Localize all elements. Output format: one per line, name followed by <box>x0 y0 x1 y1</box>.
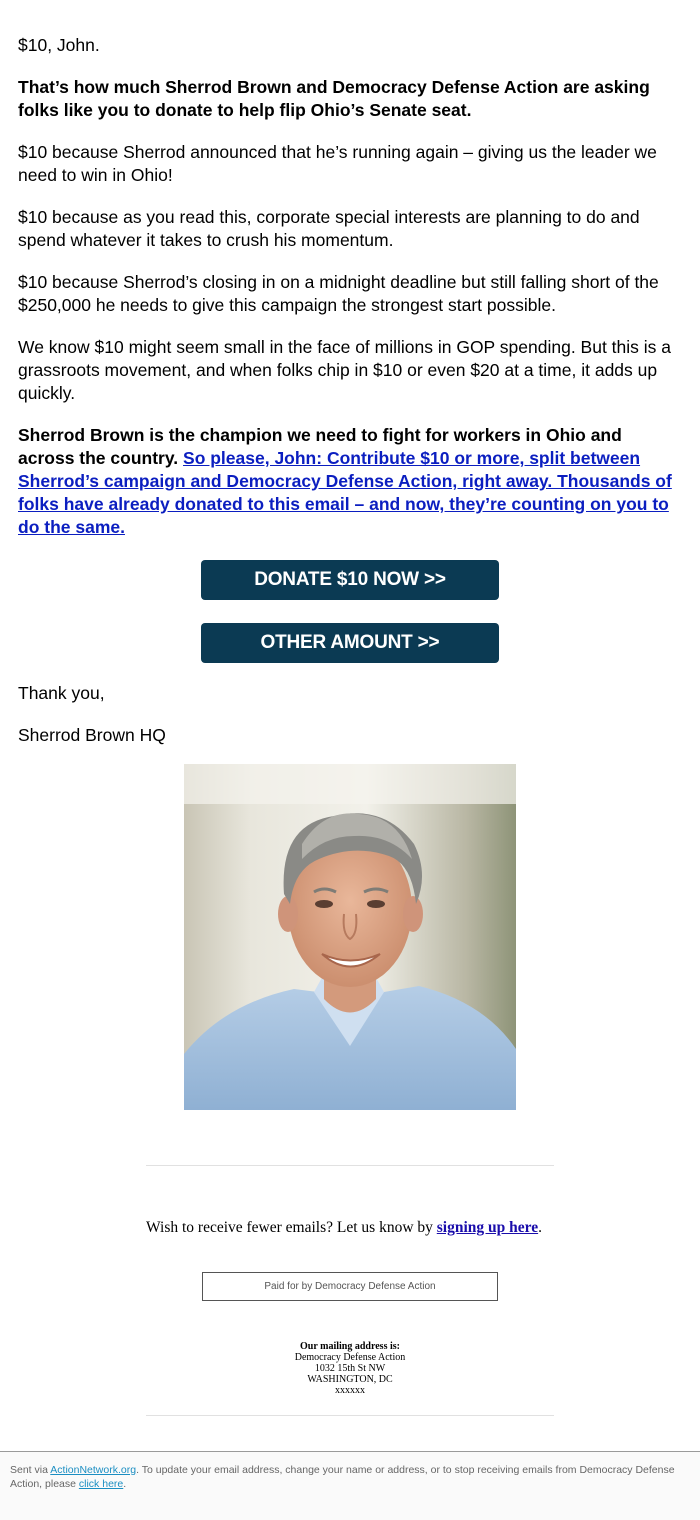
fewer-emails-text: Wish to receive fewer emails? Let us kno… <box>146 1219 566 1237</box>
fewer-emails-prompt: Wish to receive fewer emails? Let us kno… <box>146 1219 437 1236</box>
paragraph-5: Sherrod Brown is the champion we need to… <box>18 424 682 539</box>
address-line-1: Democracy Defense Action <box>294 1352 406 1363</box>
footer: Sent via ActionNetwork.org. To update yo… <box>0 1451 700 1520</box>
donate-10-button[interactable]: DONATE $10 NOW >> <box>201 560 499 600</box>
paragraph-4: We know $10 might seem small in the face… <box>18 337 671 403</box>
divider-top <box>146 1165 554 1166</box>
mailing-address: Our mailing address is: Democracy Defens… <box>250 1341 450 1396</box>
paragraph-3: $10 because Sherrod’s closing in on a mi… <box>18 272 659 315</box>
sign-off: Thank you, <box>18 683 105 703</box>
address-label: Our mailing address is: <box>300 1341 400 1352</box>
fewer-emails-end: . <box>538 1219 542 1236</box>
address-line-3: WASHINGTON, DC <box>307 1374 393 1385</box>
actionnetwork-link[interactable]: ActionNetwork.org <box>50 1464 136 1476</box>
paragraph-2: $10 because as you read this, corporate … <box>18 207 640 250</box>
footer-text: Sent via ActionNetwork.org. To update yo… <box>10 1463 680 1491</box>
signing-up-link[interactable]: signing up here <box>437 1219 538 1236</box>
paid-for-disclaimer: Paid for by Democracy Defense Action <box>202 1272 498 1301</box>
address-line-2: 1032 15th St NW <box>314 1363 386 1374</box>
intro-paragraph: That’s how much Sherrod Brown and Democr… <box>18 77 650 120</box>
footer-end: . <box>123 1478 127 1490</box>
divider-bottom <box>146 1415 554 1416</box>
email-body: $10, John. That’s how much Sherrod Brown… <box>18 34 682 558</box>
sherrod-brown-photo <box>184 764 516 1110</box>
paragraph-1: $10 because Sherrod announced that he’s … <box>18 142 657 185</box>
greeting: $10, John. <box>18 35 100 55</box>
signature: Sherrod Brown HQ <box>18 725 166 745</box>
footer-prefix: Sent via <box>10 1464 51 1476</box>
click-here-link[interactable]: click here <box>79 1478 123 1490</box>
other-amount-button[interactable]: OTHER AMOUNT >> <box>201 623 499 663</box>
address-line-4: xxxxxx <box>335 1385 365 1396</box>
